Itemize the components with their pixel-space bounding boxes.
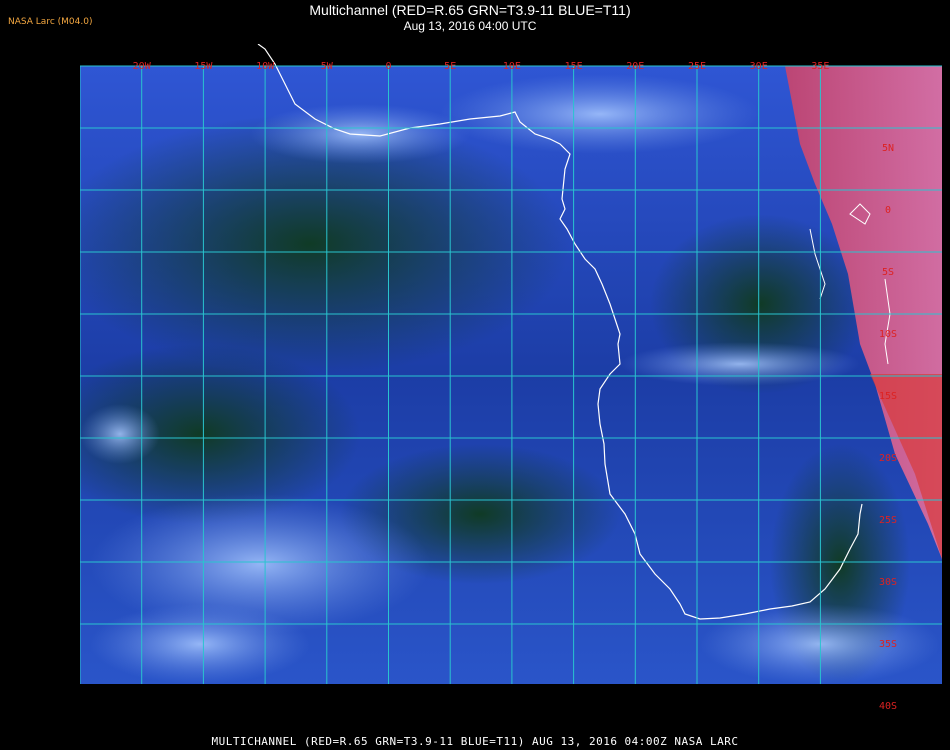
latitude-label: 20S bbox=[879, 453, 897, 464]
cloud-band bbox=[90, 604, 310, 684]
longitude-label: 20E bbox=[626, 61, 644, 72]
latitude-label: 40S bbox=[879, 701, 897, 712]
cloud-band bbox=[620, 342, 860, 386]
latitude-label: 30S bbox=[879, 577, 897, 588]
image-timestamp: Aug 13, 2016 04:00 UTC bbox=[403, 19, 537, 33]
image-title: Multichannel (RED=R.65 GRN=T3.9-11 BLUE=… bbox=[309, 2, 631, 18]
latitude-label: 10S bbox=[879, 329, 897, 340]
latitude-label: 15S bbox=[879, 391, 897, 402]
satellite-map[interactable]: 20W 15W 10W 5W 0 5E 10E 15E 20E 25E 30E 35E 5N 0 5S 10S… bbox=[80, 44, 950, 727]
longitude-label: 10W bbox=[256, 61, 275, 72]
longitude-label: 5E bbox=[444, 61, 456, 72]
longitude-label: 20W bbox=[133, 61, 152, 72]
longitude-label: 5W bbox=[321, 61, 334, 72]
latitude-label: 5S bbox=[882, 267, 894, 278]
longitude-label: 35E bbox=[811, 61, 829, 72]
longitude-label: 25E bbox=[688, 61, 706, 72]
longitude-label: 15W bbox=[194, 61, 213, 72]
cloud-band bbox=[80, 404, 160, 464]
longitude-label: 10E bbox=[503, 61, 521, 72]
cloud-band bbox=[250, 104, 470, 164]
longitude-label: 15E bbox=[565, 61, 583, 72]
latitude-label: 0 bbox=[885, 205, 891, 216]
footer-caption: MULTICHANNEL (RED=R.65 GRN=T3.9-11 BLUE=… bbox=[211, 735, 739, 748]
latitude-label: 25S bbox=[879, 515, 897, 526]
longitude-label: 30E bbox=[750, 61, 768, 72]
latitude-label: 5N bbox=[882, 143, 894, 154]
cloud-band bbox=[440, 74, 760, 154]
latitude-label: 35S bbox=[879, 639, 897, 650]
longitude-label: 0 bbox=[385, 61, 391, 72]
